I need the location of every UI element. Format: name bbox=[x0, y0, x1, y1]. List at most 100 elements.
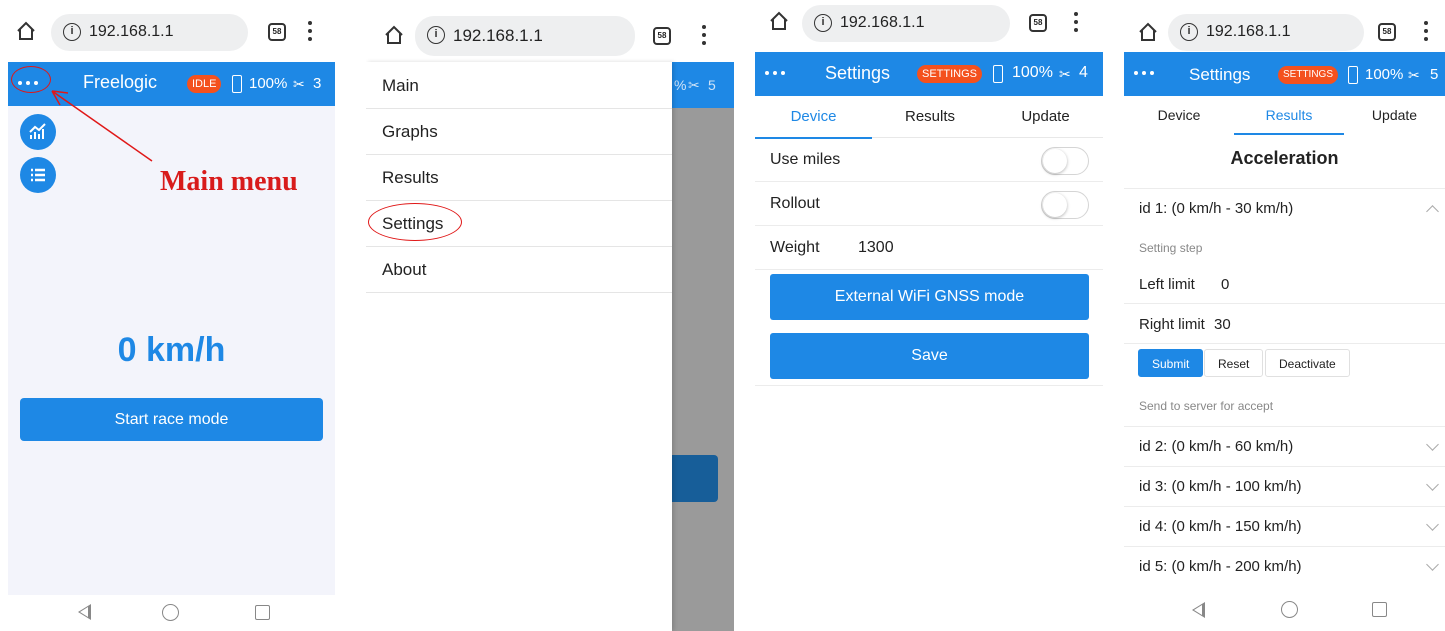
recents-icon[interactable] bbox=[255, 605, 270, 620]
rollout-label: Rollout bbox=[770, 195, 820, 212]
satellite-count: 5 bbox=[1430, 66, 1439, 83]
use-miles-row: Use miles bbox=[755, 138, 1103, 182]
satellite-icon: ✂ bbox=[688, 77, 700, 93]
browser-toolbar: i 192.168.1.1 58 bbox=[8, 0, 335, 62]
nav-drawer: Main Graphs Results Settings About bbox=[366, 62, 672, 631]
browser-menu-icon[interactable] bbox=[1424, 21, 1428, 41]
right-limit-input[interactable]: 30 bbox=[1214, 316, 1231, 333]
settings-tabs: Device Results Update bbox=[755, 96, 1103, 139]
accordion-label: id 3: (0 km/h - 100 km/h) bbox=[1139, 478, 1302, 495]
info-icon[interactable]: i bbox=[814, 14, 832, 32]
status-badge: IDLE bbox=[187, 75, 222, 93]
save-button[interactable]: Save bbox=[770, 333, 1089, 379]
browser-toolbar: i 192.168.1.1 58 bbox=[366, 0, 734, 62]
start-race-button[interactable]: Start race mode bbox=[20, 398, 323, 441]
status-badge: SETTINGS bbox=[1278, 66, 1339, 84]
info-icon[interactable]: i bbox=[1180, 23, 1198, 41]
divider bbox=[1124, 303, 1445, 304]
satellite-count: 3 bbox=[313, 75, 322, 92]
accordion-label: id 2: (0 km/h - 60 km/h) bbox=[1139, 438, 1294, 455]
browser-menu-icon[interactable] bbox=[308, 21, 312, 41]
app-title: Settings bbox=[825, 63, 891, 83]
browser-toolbar: i 192.168.1.1 58 bbox=[1124, 0, 1445, 52]
dimmed-battery: % bbox=[674, 77, 687, 93]
browser-menu-icon[interactable] bbox=[702, 25, 706, 45]
address-bar[interactable]: i 192.168.1.1 bbox=[802, 5, 1010, 42]
screen-settings-device: i 192.168.1.1 58 Settings SETTINGS 100% … bbox=[755, 0, 1103, 631]
weight-input[interactable]: 1300 bbox=[858, 239, 894, 257]
status-badge: SETTINGS bbox=[917, 65, 983, 83]
app-title: Settings bbox=[1189, 65, 1251, 84]
weight-row: Weight 1300 bbox=[755, 226, 1103, 270]
left-limit-input[interactable]: 0 bbox=[1221, 276, 1229, 293]
url-text: 192.168.1.1 bbox=[89, 23, 174, 40]
menu-item-main[interactable]: Main bbox=[366, 63, 672, 109]
tab-switcher-button[interactable]: 58 bbox=[268, 23, 286, 41]
divider bbox=[1124, 343, 1445, 344]
send-note: Send to server for accept bbox=[1139, 399, 1274, 413]
tab-switcher-button[interactable]: 58 bbox=[653, 27, 671, 45]
address-bar[interactable]: i 192.168.1.1 bbox=[1168, 14, 1364, 51]
info-icon[interactable]: i bbox=[427, 26, 445, 44]
chevron-down-icon bbox=[1426, 558, 1439, 571]
screen-main: i 192.168.1.1 58 Freelogic IDLE 100% ✂ 3… bbox=[8, 0, 335, 631]
menu-item-results[interactable]: Results bbox=[366, 155, 672, 201]
drawer-scrim[interactable] bbox=[672, 108, 734, 631]
accordion-item-4[interactable]: id 4: (0 km/h - 150 km/h) bbox=[1124, 506, 1445, 546]
menu-item-about[interactable]: About bbox=[366, 247, 672, 293]
accordion-item-2[interactable]: id 2: (0 km/h - 60 km/h) bbox=[1124, 426, 1445, 466]
recents-icon[interactable] bbox=[1372, 602, 1387, 617]
tab-results[interactable]: Results bbox=[1234, 96, 1344, 135]
home-circle-icon[interactable] bbox=[162, 604, 179, 621]
home-icon[interactable] bbox=[769, 11, 789, 31]
back-icon[interactable] bbox=[1192, 602, 1205, 618]
accordion-label: id 1: (0 km/h - 30 km/h) bbox=[1139, 200, 1294, 217]
home-icon[interactable] bbox=[1138, 22, 1158, 42]
home-icon[interactable] bbox=[16, 21, 36, 41]
use-miles-toggle[interactable] bbox=[1041, 147, 1089, 175]
accordion-item-5[interactable]: id 5: (0 km/h - 200 km/h) bbox=[1124, 546, 1445, 586]
address-bar[interactable]: i 192.168.1.1 bbox=[51, 14, 248, 51]
main-menu-button[interactable] bbox=[1134, 71, 1158, 77]
section-title: Acceleration bbox=[1230, 148, 1339, 168]
reset-button[interactable]: Reset bbox=[1204, 349, 1264, 377]
tab-results[interactable]: Results bbox=[872, 96, 988, 138]
address-bar[interactable]: i 192.168.1.1 bbox=[415, 16, 635, 56]
annotation-circle bbox=[11, 66, 51, 93]
tab-device[interactable]: Device bbox=[755, 96, 872, 139]
browser-toolbar: i 192.168.1.1 58 bbox=[755, 0, 1103, 52]
gnss-mode-button[interactable]: External WiFi GNSS mode bbox=[770, 274, 1089, 320]
chevron-down-icon bbox=[1426, 478, 1439, 491]
browser-menu-icon[interactable] bbox=[1074, 12, 1078, 32]
satellite-icon: ✂ bbox=[1059, 66, 1071, 82]
home-circle-icon[interactable] bbox=[1281, 601, 1298, 618]
home-icon[interactable] bbox=[384, 25, 404, 45]
back-icon[interactable] bbox=[78, 604, 91, 620]
submit-button[interactable]: Submit bbox=[1138, 349, 1204, 377]
weight-label: Weight bbox=[770, 239, 820, 256]
satellite-icon: ✂ bbox=[1408, 67, 1420, 83]
accordion-item-3[interactable]: id 3: (0 km/h - 100 km/h) bbox=[1124, 466, 1445, 506]
android-nav-bar bbox=[1124, 589, 1445, 631]
tab-device[interactable]: Device bbox=[1124, 96, 1234, 134]
annotation-label: Main menu bbox=[160, 166, 298, 197]
tab-update[interactable]: Update bbox=[988, 96, 1103, 138]
tab-switcher-button[interactable]: 58 bbox=[1029, 14, 1047, 32]
menu-item-graphs[interactable]: Graphs bbox=[366, 109, 672, 155]
main-menu-button[interactable] bbox=[765, 71, 789, 77]
annotation-arrow bbox=[51, 90, 153, 162]
android-nav-bar bbox=[8, 595, 335, 631]
satellite-count: 4 bbox=[1079, 64, 1088, 81]
rollout-toggle[interactable] bbox=[1041, 191, 1089, 219]
url-text: 192.168.1.1 bbox=[840, 14, 925, 31]
battery-icon bbox=[232, 75, 242, 93]
url-text: 192.168.1.1 bbox=[453, 26, 543, 45]
tab-switcher-button[interactable]: 58 bbox=[1378, 23, 1396, 41]
info-icon[interactable]: i bbox=[63, 23, 81, 41]
screen-settings-results: i 192.168.1.1 58 Settings SETTINGS 100% … bbox=[1124, 0, 1445, 631]
accordion-label: id 5: (0 km/h - 200 km/h) bbox=[1139, 558, 1302, 575]
tab-update[interactable]: Update bbox=[1344, 96, 1445, 134]
accordion-label: id 4: (0 km/h - 150 km/h) bbox=[1139, 518, 1302, 535]
accordion-header-expanded[interactable]: id 1: (0 km/h - 30 km/h) bbox=[1124, 188, 1445, 228]
deactivate-button[interactable]: Deactivate bbox=[1265, 349, 1350, 377]
